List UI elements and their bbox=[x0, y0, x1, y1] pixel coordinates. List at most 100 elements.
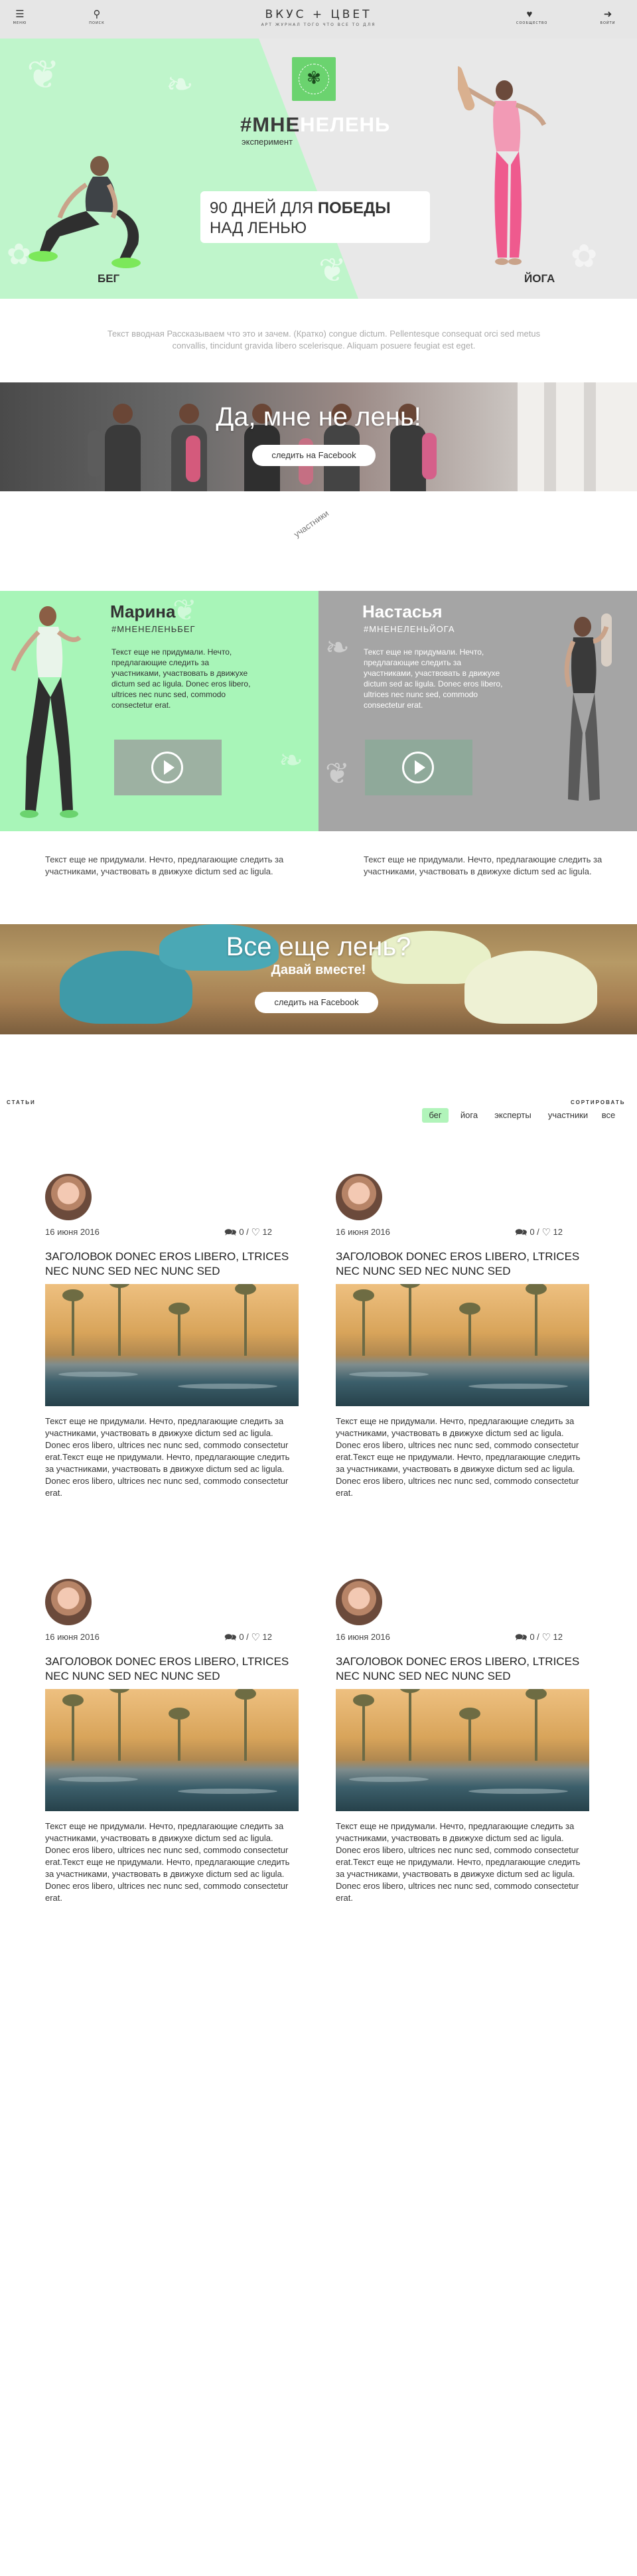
play-video-button[interactable] bbox=[365, 740, 472, 795]
participant-hashtag: #МНЕНЕЛЕНЬЙОГА bbox=[364, 624, 455, 634]
heart-icon: ♡ bbox=[251, 1632, 260, 1643]
like-count: 12 bbox=[262, 1227, 272, 1237]
comment-icon: 🗪 bbox=[515, 1227, 528, 1238]
floral-decoration-icon: ❧ bbox=[279, 744, 303, 777]
days-line-1: 90 ДНЕЙ ДЛЯ ПОБЕДЫ bbox=[210, 199, 391, 217]
community-icon: ♥ bbox=[526, 9, 533, 20]
site-logo[interactable]: ВКУС + ЦВЕТ АРТ ЖУРНАЛ ТОГО ЧТО ВСЕ ТО Д… bbox=[226, 8, 411, 27]
brand-name: ВКУС + ЦВЕТ bbox=[265, 8, 372, 21]
participant-note-marina: Текст еще не придумали. Нечто, предлагаю… bbox=[45, 854, 284, 876]
article-excerpt: Текст еще не придумали. Нечто, предлагаю… bbox=[45, 1416, 290, 1498]
comment-count: 0 bbox=[530, 1227, 535, 1237]
leaf-decoration-icon: ❧ bbox=[166, 66, 194, 103]
article-title[interactable]: ЗАГОЛОВОК DONEC EROS LIBERO, LTRICES NEC… bbox=[336, 1249, 589, 1279]
article-image[interactable] bbox=[336, 1284, 589, 1406]
login-caption: ВОЙТИ bbox=[600, 21, 616, 25]
hero-hashtag: #МНЕНЕЛЕНЬ bbox=[240, 113, 391, 136]
articles-section-label: СТАТЬИ bbox=[7, 1099, 36, 1105]
like-count: 12 bbox=[553, 1227, 563, 1237]
runner-figure bbox=[29, 156, 141, 268]
heart-icon: ♡ bbox=[251, 1227, 260, 1238]
article-excerpt: Текст еще не придумали. Нечто, предлагаю… bbox=[336, 1821, 581, 1903]
group-banner-title: Да, мне не лень! bbox=[216, 402, 421, 432]
group-banner: Да, мне не лень! следить на Facebook bbox=[0, 382, 637, 491]
comment-count: 0 bbox=[239, 1227, 244, 1237]
article-excerpt: Текст еще не придумали. Нечто, предлагаю… bbox=[336, 1416, 581, 1498]
article-image[interactable] bbox=[45, 1284, 299, 1406]
facebook-follow-button[interactable]: следить на Facebook bbox=[252, 445, 376, 466]
comment-icon: 🗪 bbox=[224, 1632, 237, 1643]
article-image[interactable] bbox=[336, 1689, 589, 1811]
comment-count: 0 bbox=[239, 1632, 244, 1642]
filter-run[interactable]: бег bbox=[422, 1108, 449, 1123]
search-caption: ПОИСК bbox=[89, 21, 105, 25]
comment-icon: 🗪 bbox=[515, 1632, 528, 1643]
avatar bbox=[336, 1579, 382, 1625]
avatar bbox=[45, 1579, 92, 1625]
article-stats: 🗪 0 / ♡ 12 bbox=[515, 1631, 563, 1647]
floral-decoration-icon: ❦ bbox=[173, 594, 197, 627]
article-title[interactable]: ЗАГОЛОВОК DONEC EROS LIBERO, LTRICES NEC… bbox=[45, 1654, 299, 1684]
article-excerpt: Текст еще не придумали. Нечто, предлагаю… bbox=[45, 1821, 290, 1903]
participant-name: Марина bbox=[110, 602, 176, 621]
participant-note-nastya: Текст еще не придумали. Нечто, предлагаю… bbox=[364, 854, 602, 876]
search-icon: ⚲ bbox=[93, 9, 101, 20]
search-button[interactable]: ⚲ ПОИСК bbox=[84, 9, 110, 26]
filter-all[interactable]: все bbox=[599, 1108, 618, 1123]
hero-experiment-label: эксперимент bbox=[242, 137, 293, 147]
avatar bbox=[336, 1174, 382, 1220]
participants-label: участники bbox=[292, 508, 331, 540]
leaf-decoration-icon: ✿ bbox=[571, 239, 598, 274]
menu-caption: МЕНЮ bbox=[13, 21, 27, 25]
article-date: 16 июня 2016 bbox=[45, 1227, 100, 1237]
community-button[interactable]: ♥ СООБЩЕСТВО bbox=[516, 9, 548, 26]
leaf-decoration-icon: ❦ bbox=[318, 252, 346, 289]
avatar bbox=[45, 1174, 92, 1220]
like-count: 12 bbox=[553, 1632, 563, 1642]
intro-text: Текст вводная Рассказываем что это и зач… bbox=[107, 329, 541, 351]
leaf-badge-icon: ✾ bbox=[292, 57, 336, 101]
article-title[interactable]: ЗАГОЛОВОК DONEC EROS LIBERO, LTRICES NEC… bbox=[45, 1249, 299, 1279]
hamburger-icon: ☰ bbox=[15, 9, 25, 20]
article-stats: 🗪 0 / ♡ 12 bbox=[515, 1226, 563, 1242]
motivation-banner: Все еще лень? Давай вместе! следить на F… bbox=[0, 924, 637, 1034]
facebook-follow-button[interactable]: следить на Facebook bbox=[255, 992, 378, 1013]
login-button[interactable]: ➜ ВОЙТИ bbox=[595, 9, 621, 26]
login-icon: ➜ bbox=[603, 9, 612, 20]
community-caption: СООБЩЕСТВО bbox=[516, 21, 548, 25]
heart-icon: ♡ bbox=[541, 1632, 551, 1643]
brand-subtitle: АРТ ЖУРНАЛ ТОГО ЧТО ВСЕ ТО ДЛЯ bbox=[261, 23, 376, 27]
yoga-figure bbox=[458, 66, 547, 265]
article-image[interactable] bbox=[45, 1689, 299, 1811]
motivation-banner-subtitle: Давай вместе! bbox=[271, 963, 366, 977]
participant-name: Настасья bbox=[362, 602, 443, 621]
hero-section: ❦ ❧ ✿ ❦ ✿ ✾ #МНЕНЕЛЕНЬ эксперимент 90 ДН… bbox=[0, 39, 637, 299]
menu-button[interactable]: ☰ МЕНЮ bbox=[7, 9, 33, 26]
days-line-2: НАД ЛЕНЬЮ bbox=[210, 219, 307, 237]
heart-icon: ♡ bbox=[541, 1227, 551, 1238]
sort-label: СОРТИРОВАТЬ bbox=[571, 1099, 626, 1105]
leaf-decoration-icon: ❦ bbox=[27, 52, 60, 97]
filter-experts[interactable]: эксперты bbox=[490, 1108, 536, 1123]
floral-decoration-icon: ❧ bbox=[325, 631, 350, 664]
participant-card-nastya: ❧ ❦ Настасья #МНЕНЕЛЕНЬЙОГА Текст еще не… bbox=[318, 591, 637, 831]
floral-decoration-icon: ❦ bbox=[325, 758, 350, 790]
play-video-button[interactable] bbox=[114, 740, 222, 795]
hero-days-box: 90 ДНЕЙ ДЛЯ ПОБЕДЫ НАД ЛЕНЬЮ bbox=[200, 191, 430, 243]
article-date: 16 июня 2016 bbox=[336, 1227, 390, 1237]
article-date: 16 июня 2016 bbox=[45, 1632, 100, 1642]
hero-label-run: БЕГ bbox=[98, 272, 120, 285]
comment-icon: 🗪 bbox=[224, 1227, 237, 1238]
participant-photo-nastya bbox=[564, 613, 612, 801]
participant-photo-marina bbox=[11, 606, 82, 818]
motivation-banner-title: Все еще лень? bbox=[226, 932, 411, 961]
comment-count: 0 bbox=[530, 1632, 535, 1642]
article-stats: 🗪 0 / ♡ 12 bbox=[224, 1226, 272, 1242]
article-title[interactable]: ЗАГОЛОВОК DONEC EROS LIBERO, LTRICES NEC… bbox=[336, 1654, 589, 1684]
participant-description: Текст еще не придумали. Нечто, предлагаю… bbox=[364, 647, 503, 710]
filter-yoga[interactable]: йога bbox=[455, 1108, 483, 1123]
filter-participants[interactable]: участники bbox=[541, 1108, 595, 1123]
hero-label-yoga: ЙОГА bbox=[524, 272, 555, 285]
participant-hashtag: #МНЕНЕЛЕНЬБЕГ bbox=[111, 624, 196, 634]
participant-card-marina: ❦ ❧ Марина #МНЕНЕЛЕНЬБЕГ Текст еще не пр… bbox=[0, 591, 318, 831]
